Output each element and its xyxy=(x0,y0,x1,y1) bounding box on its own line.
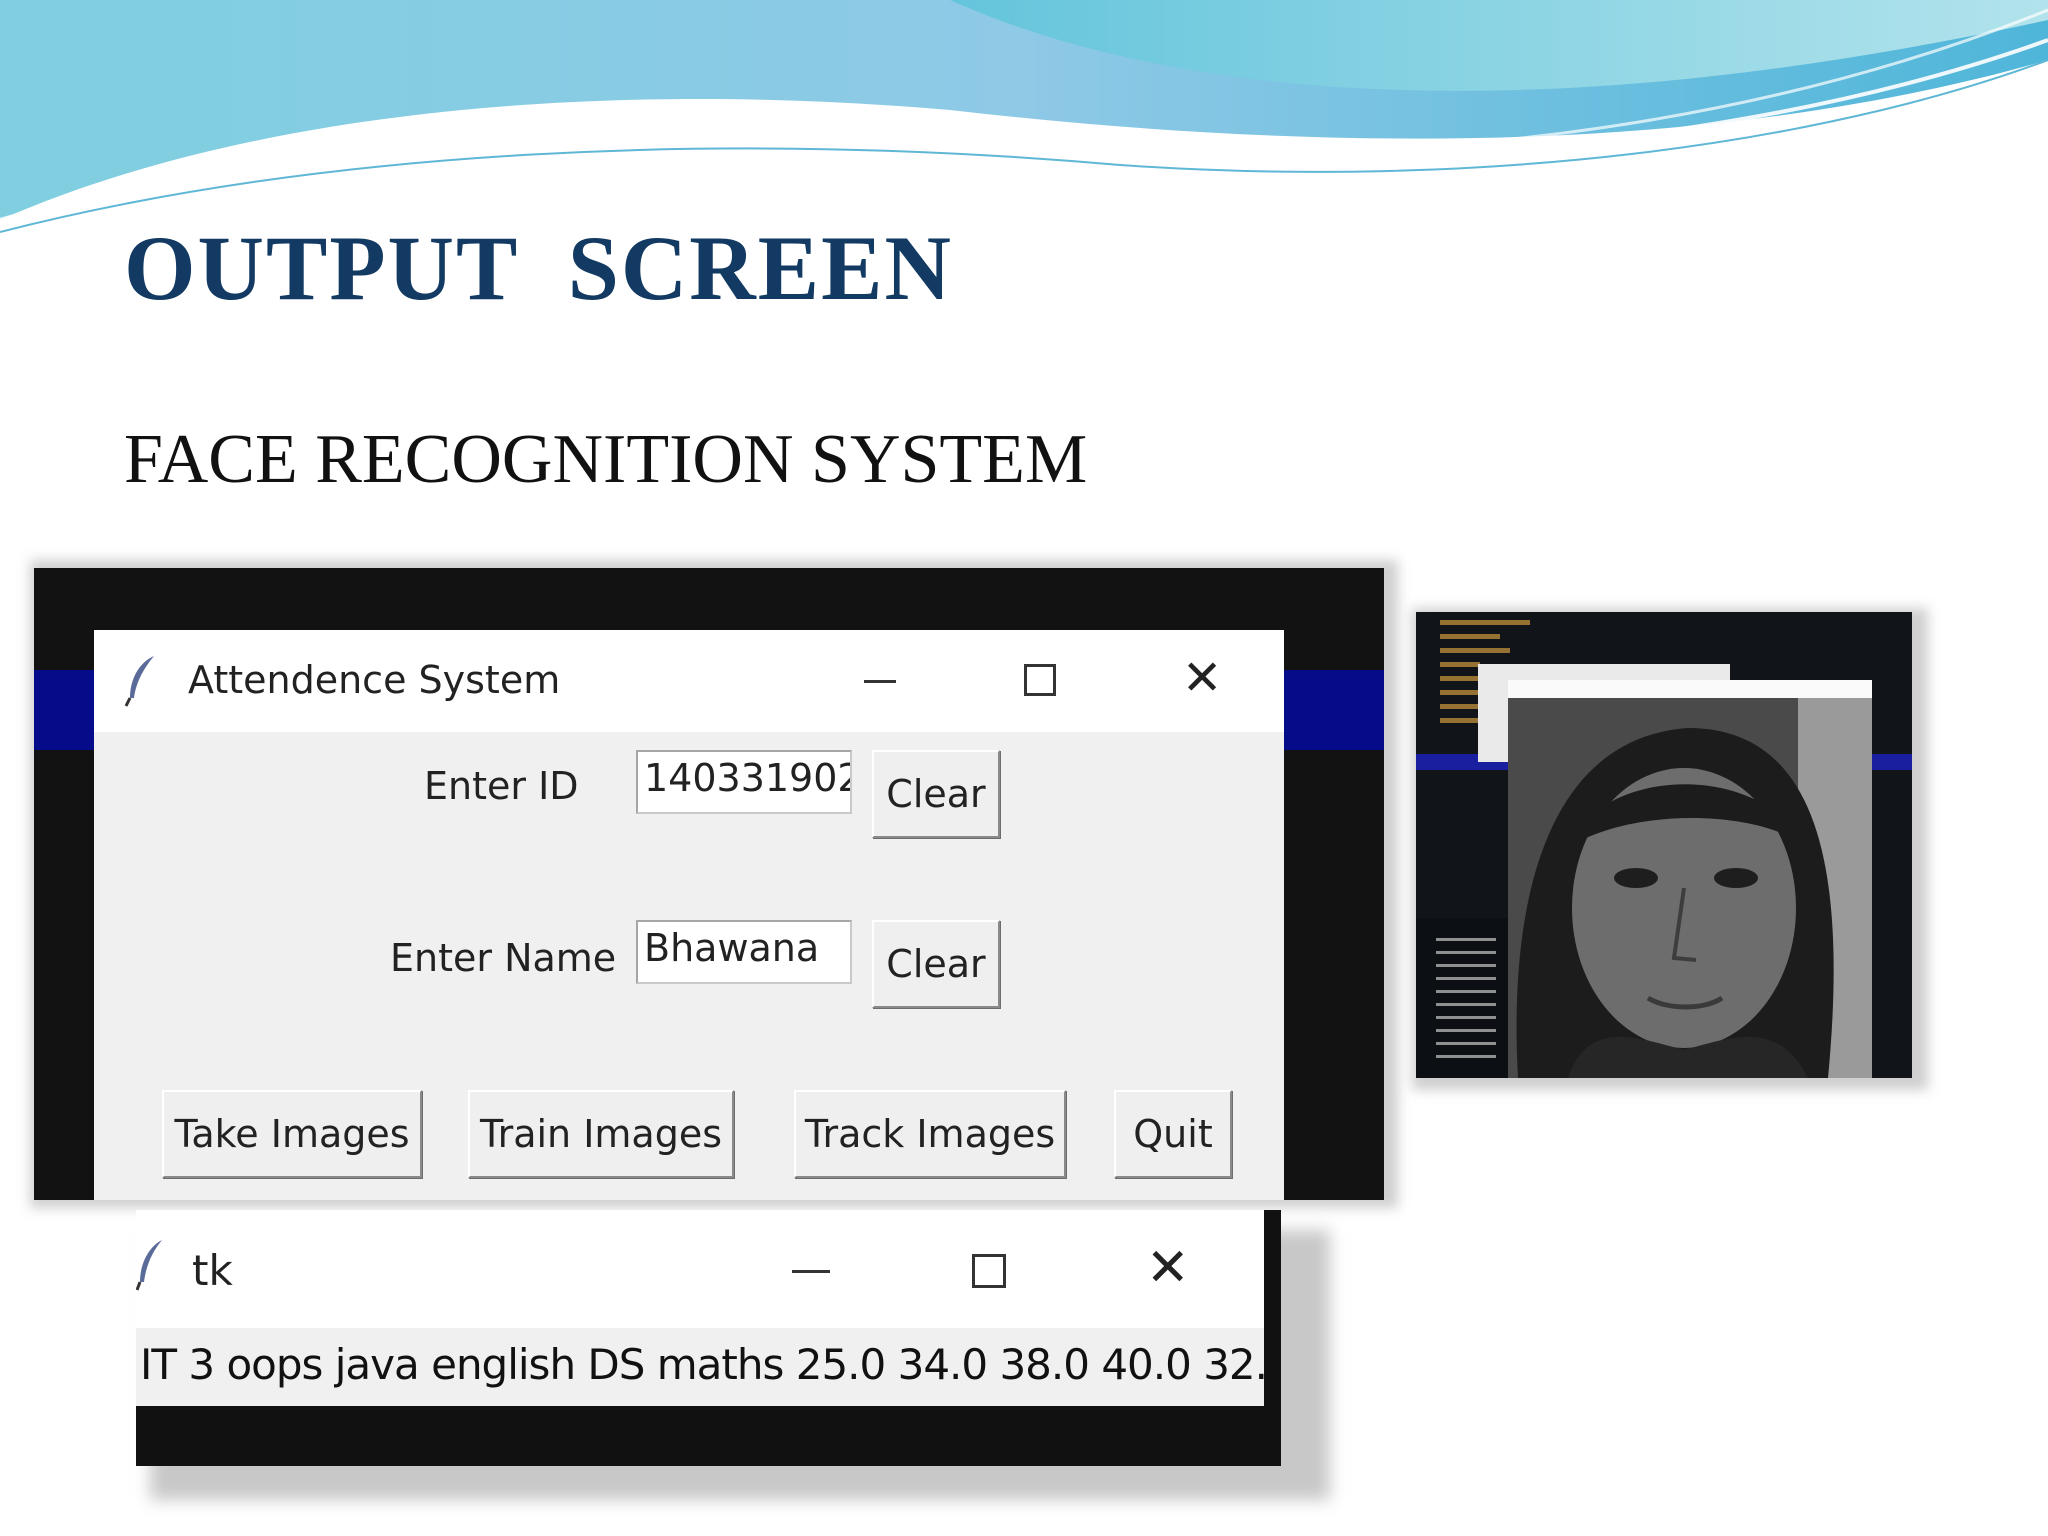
header-wave-decoration xyxy=(0,0,2048,233)
attendance-screenshot: Attendence System ✕ Enter ID 1403319026 … xyxy=(34,568,1384,1200)
face-capture-titlebar xyxy=(1508,680,1872,698)
enter-name-label: Enter Name xyxy=(390,936,617,980)
camera-feed xyxy=(1508,698,1872,1078)
tk-titlebar: tk ✕ xyxy=(136,1210,1264,1328)
maximize-icon[interactable] xyxy=(1024,664,1056,696)
feather-icon xyxy=(124,656,154,707)
id-input[interactable]: 1403319026 xyxy=(636,750,852,814)
quit-button[interactable]: Quit xyxy=(1114,1090,1232,1178)
slide-title: OUTPUT SCREEN xyxy=(124,217,953,319)
close-icon[interactable]: ✕ xyxy=(1146,1242,1190,1294)
tk-screenshot: tk ✕ IT 3 oops java english DS maths 25.… xyxy=(136,1210,1281,1466)
name-input[interactable]: Bhawana xyxy=(636,920,852,984)
slide-subtitle: FACE RECOGNITION SYSTEM xyxy=(124,421,1088,498)
face-capture-window xyxy=(1508,680,1872,1078)
tk-window: tk ✕ IT 3 oops java english DS maths 25.… xyxy=(136,1210,1281,1406)
clear-id-button[interactable]: Clear xyxy=(872,750,1000,838)
attendance-titlebar: Attendence System ✕ xyxy=(94,630,1284,732)
feather-icon xyxy=(136,1240,162,1291)
take-images-button[interactable]: Take Images xyxy=(162,1090,422,1178)
close-icon[interactable]: ✕ xyxy=(1182,654,1222,702)
track-images-button[interactable]: Track Images xyxy=(794,1090,1066,1178)
window-title: tk xyxy=(192,1246,233,1295)
attendance-window: Attendence System ✕ Enter ID 1403319026 … xyxy=(94,630,1284,1200)
camera-screenshot xyxy=(1416,612,1912,1078)
clear-name-button[interactable]: Clear xyxy=(872,920,1000,1008)
face-image xyxy=(1508,698,1872,1078)
console-output-lines xyxy=(1436,928,1496,1068)
window-title: Attendence System xyxy=(188,658,561,702)
minimize-icon[interactable] xyxy=(864,680,896,683)
enter-id-label: Enter ID xyxy=(424,764,579,808)
train-images-button[interactable]: Train Images xyxy=(468,1090,734,1178)
output-text: IT 3 oops java english DS maths 25.0 34.… xyxy=(140,1340,1281,1389)
maximize-icon[interactable] xyxy=(972,1254,1006,1288)
minimize-icon[interactable] xyxy=(792,1270,830,1273)
